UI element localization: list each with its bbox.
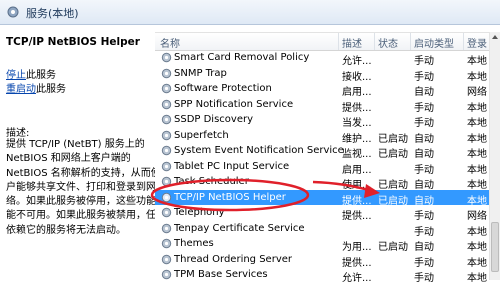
column-divider[interactable] (374, 33, 375, 50)
gear-icon (161, 269, 172, 280)
gear-icon (161, 145, 172, 156)
vertical-scrollbar[interactable] (489, 32, 500, 280)
restart-action: 重启动此服务 (6, 80, 66, 95)
description-line: 依赖它的服务将无法启动。 (6, 224, 126, 236)
cell-name: SNMP Trap (174, 67, 227, 79)
scroll-up-arrow-icon[interactable] (491, 33, 499, 41)
column-header-status[interactable]: 状态 (378, 35, 398, 50)
selected-service-title: TCP/IP NetBIOS Helper (6, 36, 140, 48)
table-row-selected[interactable]: TCP/IP NetBIOS Helper 提供... 已启动 自动 本地 (155, 189, 490, 207)
description-label: 描述: (6, 128, 30, 139)
table-row[interactable]: TPM Base Services 允许... 手动 本地 (155, 267, 490, 284)
table-row[interactable]: Tenpay Certificate Service 手动 本地 (155, 221, 490, 238)
cell-name: SPP Notification Service (174, 98, 294, 110)
gear-icon (161, 192, 172, 202)
services-app-icon (7, 6, 19, 18)
list-header: 名称 描述 状态 启动类型 登录 (155, 32, 490, 51)
cell-name: Themes (174, 238, 214, 249)
gear-icon (161, 223, 172, 233)
column-divider[interactable] (463, 33, 464, 50)
cell-logon: 本地 (467, 273, 487, 284)
description-line: NetBIOS 和网络上客户端的 (6, 153, 131, 165)
service-description: 提供 TCP/IP (NetBT) 服务上的 NetBIOS 和网络上客户端的 … (6, 138, 171, 238)
gear-icon (161, 238, 172, 249)
window-titlebar: 服务(本地) (0, 0, 500, 25)
cell-name: SSDP Discovery (174, 114, 254, 125)
service-detail-pane: TCP/IP NetBIOS Helper 停止此服务 重启动此服务 描述: 提… (0, 25, 171, 280)
cell-name: Smart Card Removal Policy (174, 52, 310, 63)
gear-icon (161, 99, 172, 109)
table-row[interactable]: Thread Ordering Server 提供... 手动 本地 (155, 252, 490, 269)
gear-icon (161, 68, 172, 78)
gear-icon (161, 176, 172, 187)
table-row[interactable]: Smart Card Removal Policy 允许... 手动 本地 (155, 50, 490, 67)
cell-startup: 手动 (414, 273, 434, 284)
table-row[interactable]: SNMP Trap 接收... 手动 本地 (155, 66, 490, 83)
table-row[interactable]: Superfetch 维护... 已启动 自动 本地 (155, 128, 490, 145)
table-row[interactable]: SPP Notification Service 提供... 手动 本地 (155, 97, 490, 114)
column-header-name[interactable]: 名称 (160, 35, 180, 50)
column-header-startup[interactable]: 启动类型 (414, 35, 454, 50)
cell-name: Task Scheduler (174, 176, 249, 187)
table-row[interactable]: Tablet PC Input Service 启用... 手动 本地 (155, 159, 490, 176)
cell-name: Superfetch (174, 129, 229, 141)
column-divider[interactable] (338, 33, 339, 50)
cell-name: Tablet PC Input Service (174, 160, 290, 172)
services-list: 名称 描述 状态 启动类型 登录 Smart Card Removal Poli… (155, 25, 500, 284)
cell-name: Thread Ordering Server (174, 253, 292, 265)
description-line: 能不可用。如果此服务被禁用，任何 (6, 210, 166, 222)
gear-icon (161, 254, 172, 264)
scrollbar-thumb[interactable] (491, 222, 499, 272)
column-header-logon[interactable]: 登录 (467, 35, 487, 50)
description-line: 络。如果此服务被停用，这些功能可 (6, 196, 166, 208)
gear-icon (161, 161, 172, 171)
description-line: NetBIOS 名称解析的支持，从而使用 (6, 167, 171, 179)
gear-icon (161, 114, 172, 125)
column-divider[interactable] (410, 33, 411, 50)
cell-name: Software Protection (174, 83, 272, 94)
table-row[interactable]: SSDP Discovery 当发... 手动 本地 (155, 112, 490, 129)
table-row[interactable]: Task Scheduler 使用... 已启动 自动 本地 (155, 174, 490, 191)
cell-name: TPM Base Services (174, 269, 268, 280)
gear-icon (161, 83, 172, 94)
table-row[interactable]: Software Protection 启用... 自动 网络 (155, 81, 490, 98)
restart-service-link[interactable]: 重启动 (6, 84, 36, 95)
description-line: 提供 TCP/IP (NetBT) 服务上的 (6, 139, 145, 150)
cell-name: TCP/IP NetBIOS Helper (174, 191, 286, 203)
stop-action: 停止此服务 (6, 66, 56, 81)
cell-name: System Event Notification Service (174, 145, 344, 156)
restart-action-suffix: 此服务 (36, 84, 66, 95)
column-header-desc[interactable]: 描述 (342, 35, 362, 50)
gear-icon (161, 52, 172, 63)
gear-icon (161, 207, 172, 218)
cell-desc: 允许... (342, 273, 372, 284)
cell-name: Telephony (174, 207, 225, 218)
description-line: 户能够共享文件、打印和登录到网 (6, 181, 156, 193)
table-row[interactable]: System Event Notification Service 监视... 已启… (155, 143, 490, 160)
cell-name: Tenpay Certificate Service (174, 222, 305, 234)
table-row[interactable]: Themes 为用... 已启动 自动 本地 (155, 236, 490, 253)
window-title: 服务(本地) (26, 7, 79, 20)
table-row[interactable]: Telephony 提供... 手动 网络 (155, 205, 490, 222)
gear-icon (161, 130, 172, 140)
